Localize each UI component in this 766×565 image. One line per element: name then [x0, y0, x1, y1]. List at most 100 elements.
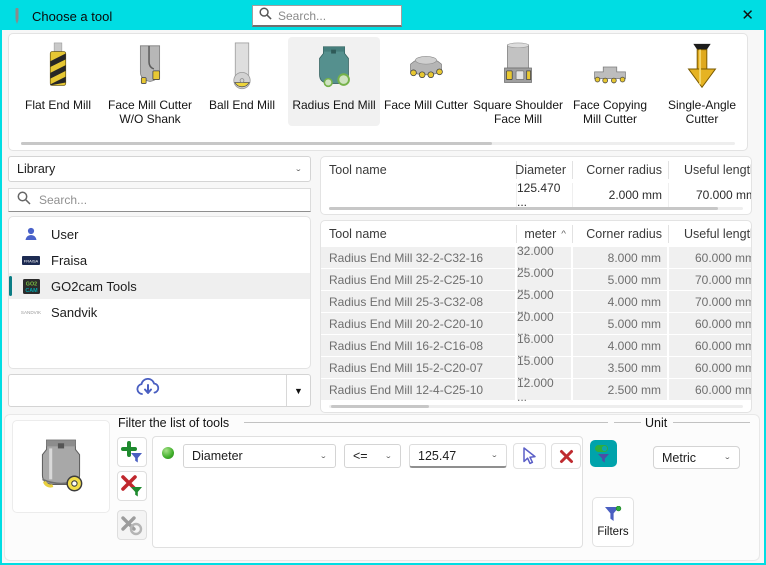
tool-type-label: Face Mill Cutter [380, 98, 472, 112]
flat-end-mill-icon [31, 41, 85, 95]
results-table-scrollbar[interactable] [329, 405, 743, 408]
cell-diameter: 125.470 ... [517, 183, 573, 207]
face-mill-cutter-icon [399, 41, 453, 95]
criteria-row[interactable]: 125.470 ... 2.000 mm 70.000 mm [321, 183, 752, 207]
column-header-corner-radius[interactable]: Corner radius [573, 161, 669, 179]
vendor-item-user[interactable]: User [9, 221, 310, 247]
column-header-useful-length[interactable]: Useful length [669, 225, 752, 243]
column-header-diameter-text: meter [524, 227, 556, 241]
square-shoulder-face-mill-icon [491, 41, 545, 95]
vendor-name: GO2cam Tools [51, 279, 137, 294]
cell-corner-radius: 3.500 mm [573, 357, 669, 378]
cell-tool-name: Radius End Mill 15-2-C20-07 [321, 357, 517, 378]
delete-filter-row-button[interactable] [551, 443, 581, 469]
fraisa-logo-icon: FRAISA [21, 256, 41, 265]
column-header-tool-name[interactable]: Tool name [321, 161, 517, 179]
close-icon[interactable]: ✕ [741, 6, 754, 26]
filter-group-line [244, 422, 608, 423]
filter-value-combo[interactable]: ⌄ [409, 444, 507, 468]
column-header-diameter[interactable]: Diameter [517, 161, 573, 179]
vendor-name: User [51, 227, 78, 242]
download-button-main[interactable] [9, 375, 286, 406]
vendor-item-sandvik[interactable]: SANDVIK Sandvik [9, 299, 310, 325]
cell-tool-name [321, 183, 517, 207]
chevron-down-icon: ⌄ [490, 452, 498, 460]
filters-funnel-icon [603, 506, 623, 524]
download-library-button[interactable]: ▼ [8, 374, 311, 407]
library-search-box[interactable] [8, 188, 311, 212]
cell-corner-radius: 4.000 mm [573, 335, 669, 356]
filter-value-input[interactable] [418, 449, 478, 463]
unit-select[interactable]: Metric ⌄ [653, 446, 740, 469]
library-select-value: Library [17, 162, 55, 176]
add-filter-button[interactable] [117, 437, 147, 467]
dialog-tool-icon [13, 7, 21, 25]
remove-filter-button[interactable] [117, 471, 147, 501]
tool-type-label: Face Copying Mill Cutter [564, 98, 656, 126]
vendor-name: Fraisa [51, 253, 87, 268]
vendor-list: User FRAISA Fraisa GO2CAM GO2cam Tools S… [8, 216, 311, 369]
filter-field-select[interactable]: Diameter ⌄ [183, 444, 336, 468]
tool-preview-image [28, 434, 94, 500]
cell-tool-name: Radius End Mill 12-4-C25-10 [321, 379, 517, 400]
library-search-input[interactable] [39, 193, 302, 207]
filter-operator-select[interactable]: <= ⌄ [344, 444, 401, 468]
title-search-input[interactable] [278, 9, 395, 23]
tool-type-face-copying-mill-cutter[interactable]: Face Copying Mill Cutter [564, 37, 656, 126]
tool-type-face-mill-wo-shank[interactable]: Face Mill Cutter W/O Shank [104, 37, 196, 126]
cell-tool-name: Radius End Mill 25-2-C25-10 [321, 269, 517, 290]
red-x-icon [559, 449, 574, 464]
pick-value-button[interactable] [513, 443, 546, 469]
svg-text:GO2: GO2 [25, 281, 36, 287]
add-filter-icon [121, 441, 143, 463]
remove-filter-icon [121, 475, 143, 497]
search-icon [17, 191, 31, 210]
go2cam-logo-icon: GO2CAM [21, 279, 41, 294]
tool-type-label: Face Mill Cutter W/O Shank [104, 98, 196, 126]
filter-toggle-button[interactable] [590, 440, 617, 467]
sandvik-logo-icon: SANDVIK [21, 308, 41, 316]
cell-tool-name: Radius End Mill 25-3-C32-08 [321, 291, 517, 312]
tool-type-face-mill-cutter[interactable]: Face Mill Cutter [380, 37, 472, 126]
tool-type-radius-end-mill[interactable]: Radius End Mill [288, 37, 380, 126]
column-header-corner-radius[interactable]: Corner radius [573, 225, 669, 243]
column-header-diameter-sorted[interactable]: meter ^ [517, 225, 573, 243]
filters-button[interactable]: Filters [592, 497, 634, 547]
chevron-down-icon: ⌄ [294, 165, 302, 173]
vendor-item-fraisa[interactable]: FRAISA Fraisa [9, 247, 310, 273]
tool-type-label: Single-Angle Cutter [656, 98, 748, 126]
tool-type-label: Radius End Mill [288, 98, 380, 112]
cell-corner-radius: 2.000 mm [573, 183, 669, 207]
cell-useful-length: 70.000 mm [669, 183, 752, 207]
criteria-table-scrollbar[interactable] [329, 207, 743, 210]
tool-type-square-shoulder-face-mill[interactable]: Square Shoulder Face Mill [472, 37, 564, 126]
filter-toggle-icon [594, 444, 613, 464]
tool-type-row: Flat End Mill Face Mill Cutter W/O Shank… [12, 37, 748, 126]
tool-type-ball-end-mill[interactable]: Ball End Mill [196, 37, 288, 126]
cell-corner-radius: 4.000 mm [573, 291, 669, 312]
criteria-table-header: Tool name Diameter Corner radius Useful … [321, 157, 752, 183]
cell-tool-name: Radius End Mill 16-2-C16-08 [321, 335, 517, 356]
tool-preview [12, 420, 110, 513]
column-header-tool-name[interactable]: Tool name [321, 225, 517, 243]
tool-strip-scrollbar[interactable] [21, 142, 735, 145]
cell-corner-radius: 5.000 mm [573, 313, 669, 334]
filter-field-value: Diameter [192, 449, 243, 463]
title-search-box[interactable] [252, 5, 402, 27]
tool-type-single-angle-cutter[interactable]: Single-Angle Cutter [656, 37, 748, 126]
unit-group-line-left [614, 422, 641, 423]
svg-text:SANDVIK: SANDVIK [21, 310, 41, 315]
download-dropdown-arrow[interactable]: ▼ [286, 375, 310, 406]
svg-text:FRAISA: FRAISA [24, 258, 39, 263]
clear-filters-button-disabled[interactable] [117, 510, 147, 540]
table-row[interactable]: Radius End Mill 12-4-C25-10 12.000 ... 2… [321, 379, 752, 400]
library-select[interactable]: Library ⌄ [8, 156, 311, 182]
vendor-item-go2cam[interactable]: GO2CAM GO2cam Tools [9, 273, 310, 299]
tool-type-label: Flat End Mill [12, 98, 104, 112]
column-header-useful-length[interactable]: Useful length [669, 161, 752, 179]
filter-operator-value: <= [353, 449, 368, 463]
radius-end-mill-icon [307, 41, 361, 95]
chevron-down-icon: ⌄ [384, 452, 392, 460]
cell-useful-length: 70.000 mm [669, 291, 752, 312]
tool-type-flat-end-mill[interactable]: Flat End Mill [12, 37, 104, 126]
